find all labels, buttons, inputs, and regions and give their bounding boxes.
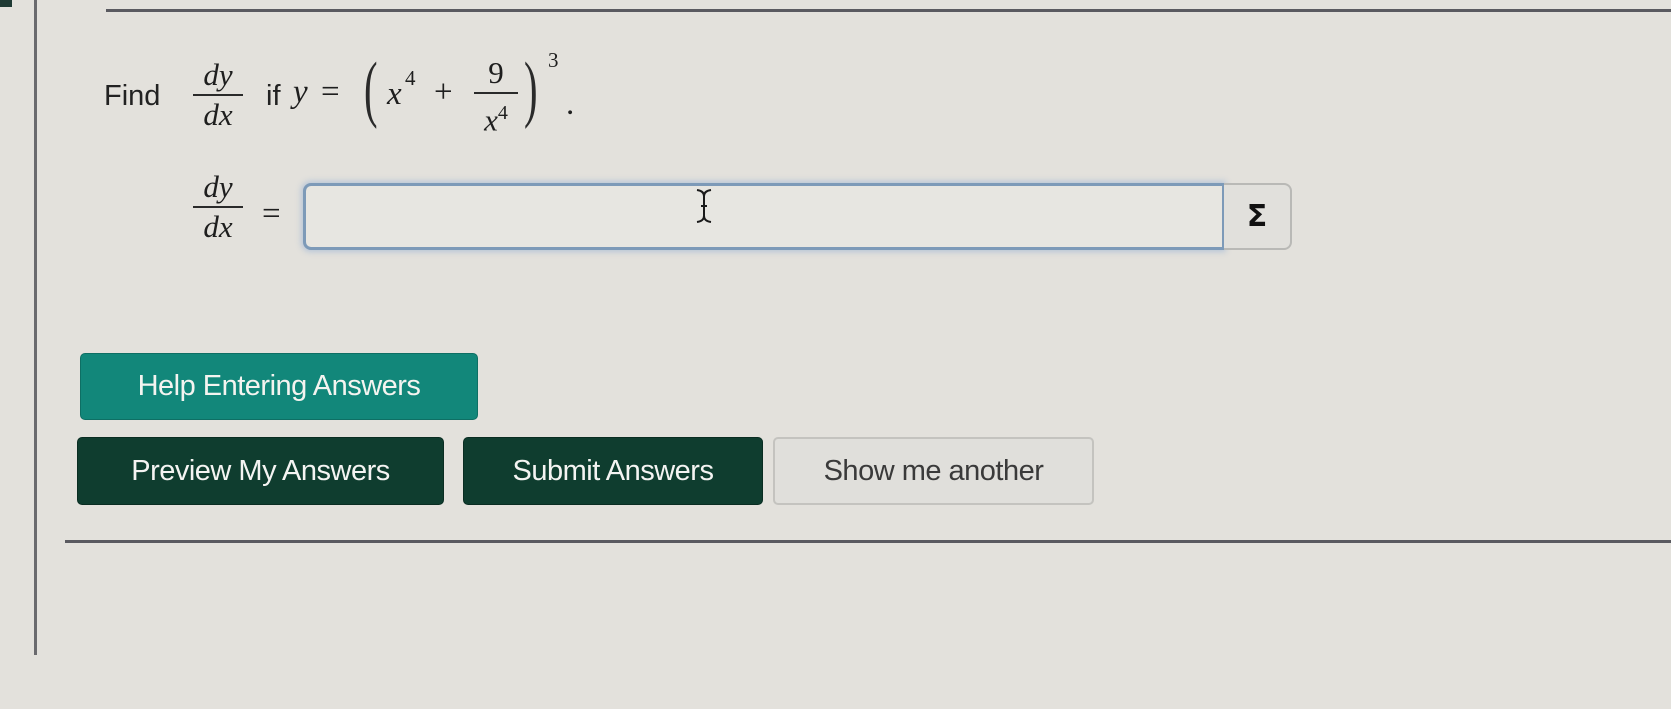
find-label: Find — [104, 80, 161, 112]
show-me-another-button[interactable]: Show me another — [773, 437, 1094, 505]
answer-label-denominator: dx — [203, 209, 233, 244]
derivative-numerator: dy — [203, 57, 233, 92]
if-label: if — [266, 80, 281, 112]
submit-answers-button[interactable]: Submit Answers — [463, 437, 763, 505]
text-cursor-icon — [696, 189, 712, 223]
denominator-exponent: 4 — [497, 102, 508, 124]
fraction-bar — [474, 92, 518, 94]
term1-base: x — [387, 76, 402, 112]
derivative-fraction: dy dx — [193, 58, 243, 132]
fraction-numerator: 9 — [488, 55, 504, 90]
close-paren: ) — [524, 48, 538, 130]
derivative-denominator: dx — [203, 97, 233, 132]
equation-equals: = — [321, 74, 340, 110]
answer-input[interactable] — [303, 183, 1224, 250]
preview-answers-button[interactable]: Preview My Answers — [77, 437, 444, 505]
help-entering-answers-button[interactable]: Help Entering Answers — [80, 353, 478, 420]
open-paren: ( — [364, 48, 378, 130]
plus-sign: + — [434, 74, 453, 110]
bottom-divider — [65, 540, 1671, 543]
outer-exponent: 3 — [548, 48, 559, 72]
denominator-base: x — [484, 102, 498, 138]
equation-lhs: y — [293, 74, 308, 110]
fraction-denominator: x4 — [484, 96, 508, 137]
answer-equals: = — [262, 196, 281, 232]
answer-label-numerator: dy — [203, 169, 233, 204]
left-border — [34, 0, 37, 655]
top-divider — [106, 9, 1671, 12]
period: . — [566, 86, 575, 122]
equation-editor-button[interactable]: Σ — [1224, 183, 1292, 250]
term1-exponent: 4 — [405, 66, 416, 90]
sigma-icon: Σ — [1246, 199, 1268, 234]
answer-label-fraction: dy dx — [193, 170, 243, 244]
fraction-bar — [193, 94, 243, 96]
window-edge — [0, 0, 12, 7]
fraction-bar — [193, 206, 243, 208]
nine-over-x4-fraction: 9 x4 — [474, 56, 518, 137]
